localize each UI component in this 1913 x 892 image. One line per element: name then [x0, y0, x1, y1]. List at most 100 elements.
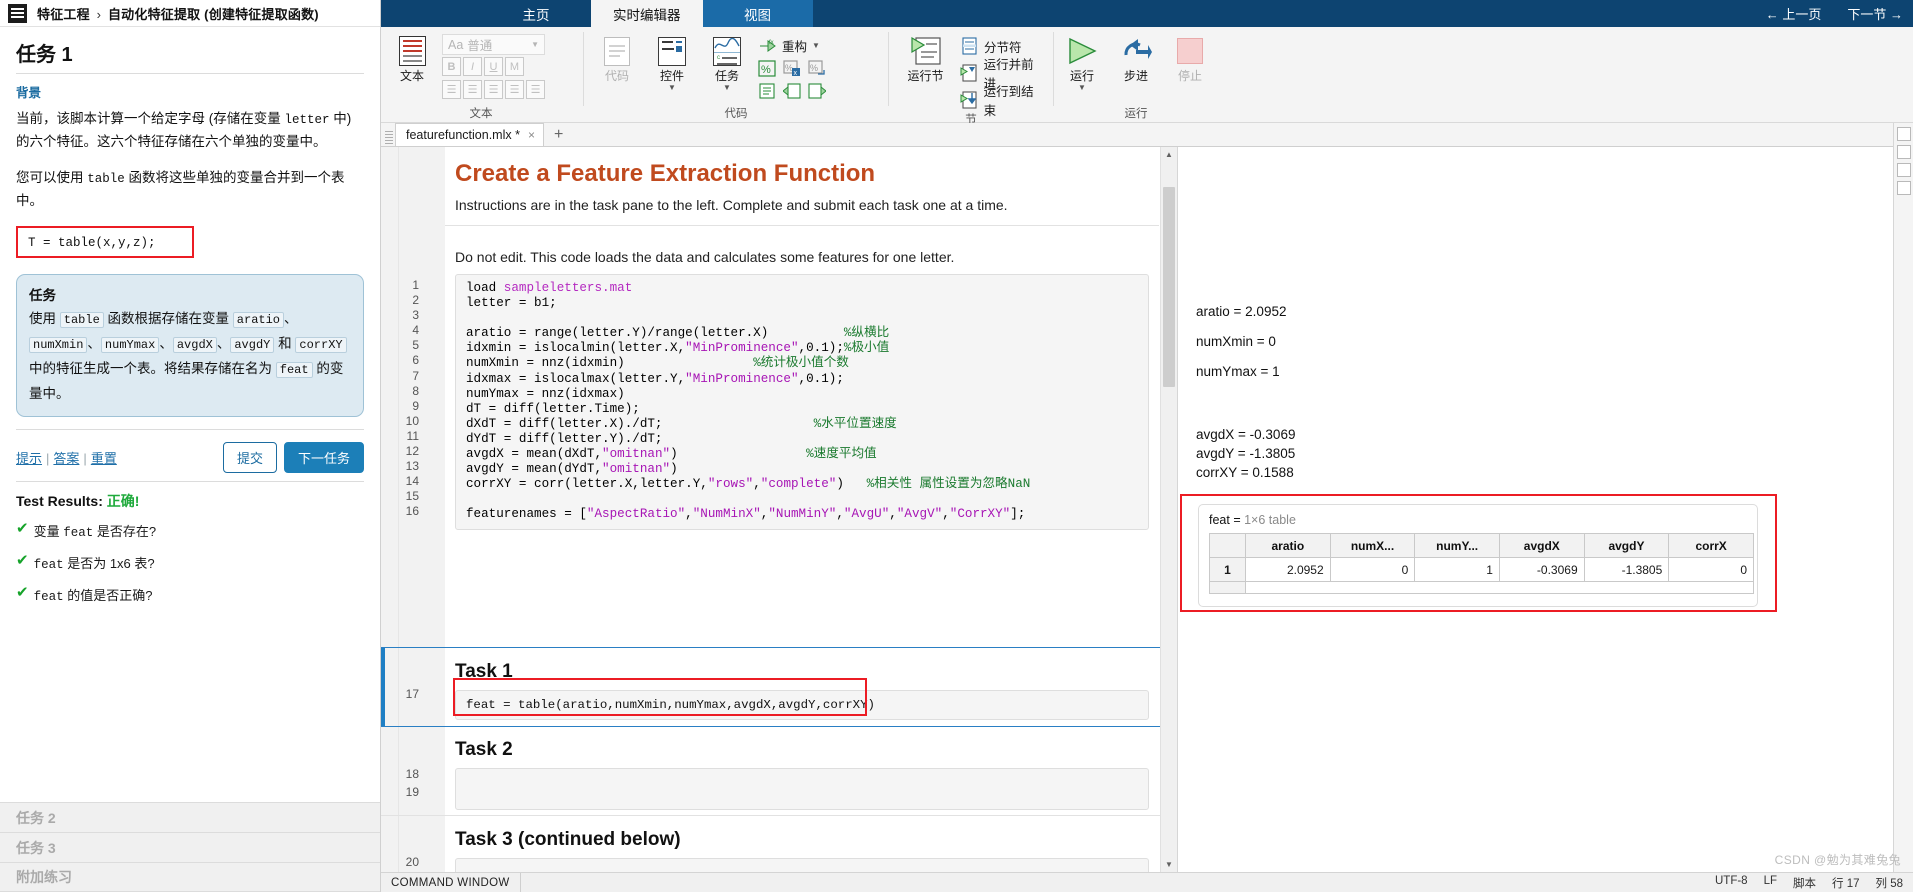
percent-comment-icon[interactable]: %: [757, 58, 777, 78]
line-number: 20: [405, 855, 419, 869]
help-icon[interactable]: [1896, 181, 1911, 195]
code-token: dXdT = diff(letter.X)./dT;: [466, 416, 814, 431]
document-tab-featurefunction[interactable]: featurefunction.mlx * ×: [395, 123, 544, 146]
breadcrumb-root[interactable]: 特征工程: [37, 7, 90, 22]
close-icon[interactable]: ×: [528, 128, 535, 142]
task-pane-body: 任务 1 背景 当前，该脚本计算一个给定字母 (存储在变量 letter 中) …: [0, 27, 380, 604]
tab-home[interactable]: 主页: [481, 0, 591, 27]
text-button-label: 文本: [399, 69, 424, 83]
controls-button[interactable]: 控件 ▼: [647, 30, 697, 92]
table-column-header[interactable]: aratio: [1245, 533, 1331, 558]
numbered-list-icon[interactable]: ☰: [463, 80, 482, 99]
next-section-link[interactable]: 下一节 →: [1847, 4, 1903, 23]
sidebar-item-task-3[interactable]: 任务 3: [0, 832, 380, 862]
editor-scrollbar[interactable]: ▲ ▼: [1160, 147, 1177, 872]
section-divider: [381, 647, 1177, 648]
stop-button[interactable]: 停止: [1170, 30, 1210, 83]
collapse-icon[interactable]: [1896, 127, 1911, 141]
chevron-down-icon[interactable]: ▼: [668, 84, 676, 92]
italic-button[interactable]: I: [463, 57, 482, 76]
task-3-code-line[interactable]: [455, 858, 1149, 872]
ribbon-group-run: 运行 ▼ 步进 停止 运行: [1056, 27, 1216, 122]
next-task-button[interactable]: 下一任务: [283, 442, 364, 473]
command-window-label[interactable]: COMMAND WINDOW: [381, 872, 521, 892]
task-2-code-line[interactable]: [455, 768, 1149, 810]
table-column-header[interactable]: numX...: [1329, 533, 1416, 558]
svg-text:fx: fx: [769, 40, 774, 46]
table-row[interactable]: 1 2.0952 0 1 -0.3069 -1.3805 0: [1209, 557, 1754, 582]
sidebar-item-task-2[interactable]: 任务 2: [0, 802, 380, 832]
step-button[interactable]: 步进: [1116, 30, 1156, 83]
align-center-icon[interactable]: ☰: [505, 80, 524, 99]
task-instruction-box: 任务 使用 table 函数根据存储在变量 aratio 、numXmin、 num…: [16, 274, 364, 417]
scroll-up-icon[interactable]: ▲: [1161, 147, 1177, 162]
tab-live-editor[interactable]: 实时编辑器: [591, 0, 703, 27]
code-token: corrXY = corr(letter.X,letter.Y,: [466, 477, 708, 492]
chevron-down-icon[interactable]: ▼: [723, 84, 731, 92]
check-icon: ✔: [16, 520, 29, 537]
matlab-desktop: 主页 实时编辑器 视图 ← 上一页 下一节 → 文本 Aa 普通 ▼ B I U…: [381, 0, 1913, 892]
chevron-down-icon[interactable]: ▼: [1078, 84, 1086, 92]
live-editor[interactable]: Create a Feature Extraction Function Ins…: [381, 147, 1178, 872]
underline-button[interactable]: U: [484, 57, 503, 76]
table-column-header[interactable]: avgdX: [1498, 533, 1585, 558]
table-spacer-cell: [1245, 581, 1754, 594]
code-token: avgdX = mean(dXdT,: [466, 447, 603, 462]
panel-icon[interactable]: [1896, 163, 1911, 177]
percent-wrap-icon[interactable]: %: [807, 58, 827, 78]
indent-icon[interactable]: [757, 81, 777, 101]
background-paragraph-1: 当前，该脚本计算一个给定字母 (存储在变量 letter 中) 的六个特征。这六…: [16, 111, 352, 149]
code-token: "MinProminence": [685, 371, 799, 386]
table-column-header[interactable]: avgdY: [1583, 533, 1670, 558]
monospace-button[interactable]: M: [505, 57, 524, 76]
previous-page-link[interactable]: ← 上一页: [1766, 4, 1822, 23]
submit-button[interactable]: 提交: [222, 442, 277, 473]
text-button[interactable]: 文本: [387, 30, 437, 83]
code-token: ];: [1010, 507, 1026, 522]
bold-button[interactable]: B: [442, 57, 461, 76]
chevron-down-icon[interactable]: ▼: [812, 41, 820, 50]
divider: [445, 225, 1159, 226]
task-button[interactable]: c 任务 ▼: [702, 30, 752, 92]
text-list-row: ☰ ☰ ☰ ☰ ☰: [442, 80, 545, 99]
code-note: Do not edit. This code loads the data an…: [455, 249, 955, 265]
scrollbar-thumb[interactable]: [1163, 187, 1175, 387]
decrease-indent-icon[interactable]: [807, 81, 827, 101]
readonly-code-block[interactable]: load sampleletters.mat letter = b1; arati…: [455, 274, 1149, 530]
layout-icon[interactable]: [1896, 145, 1911, 159]
code-token: "AvgU": [843, 507, 890, 522]
code-button[interactable]: 代码: [592, 30, 642, 83]
increase-indent-icon[interactable]: [782, 81, 802, 101]
svg-text:x: x: [794, 70, 798, 77]
align-right-icon[interactable]: ☰: [526, 80, 545, 99]
run-section-button[interactable]: 运行节: [897, 30, 954, 83]
code-token: ): [670, 462, 678, 477]
code-token: idxmin = islocalmin(letter.X,: [466, 341, 686, 356]
bulleted-list-icon[interactable]: ☰: [442, 80, 461, 99]
tab-view[interactable]: 视图: [702, 0, 813, 27]
align-left-icon[interactable]: ☰: [484, 80, 503, 99]
sidebar-item-extra-practice[interactable]: 附加练习: [0, 862, 380, 892]
table-column-header[interactable]: corrX: [1668, 533, 1754, 558]
output-table[interactable]: aratio numX... numY... avgdX avgdY corrX: [1209, 533, 1754, 594]
status-bar-right: UTF-8 LF 脚本 行 17 列 58: [1715, 875, 1913, 891]
reset-link[interactable]: 重置: [91, 451, 117, 466]
table-column-header[interactable]: numY...: [1414, 533, 1500, 558]
menu-icon[interactable]: [8, 3, 27, 23]
scroll-down-icon[interactable]: ▼: [1161, 857, 1177, 872]
code-token: idxmax = islocalmax(letter.Y,: [466, 371, 686, 386]
refactor-label[interactable]: 重构: [782, 36, 807, 55]
run-button[interactable]: 运行 ▼: [1062, 30, 1102, 92]
test-item-label: feat 的值是否正确?: [33, 588, 153, 604]
percent-uncomment-icon[interactable]: % x: [782, 58, 802, 78]
run-to-end-button[interactable]: 运行到结束: [959, 85, 1045, 118]
task-1-code-line[interactable]: feat = table(aratio,numXmin,numYmax,avgd…: [455, 690, 1149, 720]
new-tab-button[interactable]: +: [544, 126, 573, 146]
task-2-section: Task 2: [445, 731, 1159, 810]
hint-link[interactable]: 提示: [16, 451, 42, 466]
tab-grip-icon[interactable]: [385, 128, 393, 146]
code-line: dYdT = diff(letter.Y)./dT;: [466, 432, 1138, 447]
answer-link[interactable]: 答案: [53, 451, 79, 466]
code-icon: [604, 34, 630, 68]
text-style-dropdown[interactable]: Aa 普通 ▼: [442, 34, 545, 55]
